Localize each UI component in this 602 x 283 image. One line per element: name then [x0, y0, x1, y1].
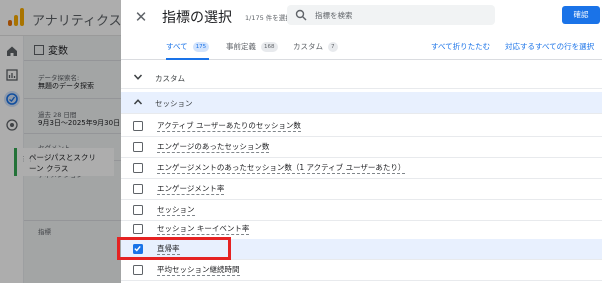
- tab-predefined[interactable]: 事前定義 168: [226, 41, 278, 60]
- metric-row[interactable]: エンゲージメント率: [121, 179, 602, 200]
- metric-row[interactable]: セッション: [121, 200, 602, 221]
- dialog-title: 指標の選択: [162, 10, 232, 26]
- search-icon: [295, 9, 307, 21]
- metric-label: 直帰率: [157, 244, 180, 255]
- select-all-link[interactable]: 対応するすべての行を選択: [505, 41, 594, 52]
- group-session[interactable]: セッション: [121, 92, 602, 114]
- metric-checkbox[interactable]: [133, 163, 143, 173]
- metric-selection-dialog: ✕ 指標の選択 1/175 件を選択中 確認 すべて175 事前定義168 カス…: [121, 0, 602, 283]
- metric-label: エンゲージメント率: [157, 184, 225, 195]
- metric-label: アクティブ ユーザーあたりのセッション数: [157, 121, 301, 132]
- metric-checkbox[interactable]: [133, 142, 143, 152]
- metric-label: 平均セッション継続時間: [157, 265, 240, 276]
- metric-row[interactable]: セッション キーイベント率: [121, 219, 602, 240]
- tab-custom[interactable]: カスタム 7: [293, 41, 338, 60]
- tab-all[interactable]: すべて 175: [166, 41, 210, 60]
- metric-checkbox[interactable]: [133, 184, 143, 194]
- metric-row[interactable]: エンゲージメントのあったセッション数（1 アクティブ ユーザーあたり）: [121, 158, 602, 179]
- metric-checkbox[interactable]: [133, 224, 143, 234]
- group-custom[interactable]: カスタム: [121, 67, 602, 89]
- metric-checkbox[interactable]: [133, 121, 143, 131]
- tab-all-count: 175: [192, 42, 210, 52]
- metric-checkbox[interactable]: [133, 205, 143, 215]
- collapse-all-link[interactable]: すべて折りたたむ: [431, 41, 490, 52]
- chevron-down-icon: [133, 74, 143, 80]
- metric-checkbox-checked[interactable]: [133, 244, 143, 254]
- close-icon[interactable]: ✕: [131, 7, 151, 27]
- confirm-button[interactable]: 確認: [562, 6, 600, 24]
- metric-row[interactable]: 平均セッション継続時間: [121, 260, 602, 281]
- dialog-header: ✕ 指標の選択 1/175 件を選択中 確認 すべて175 事前定義168 カス…: [121, 0, 602, 60]
- metric-label: エンゲージメントのあったセッション数（1 アクティブ ユーザーあたり）: [157, 163, 406, 174]
- search-input[interactable]: [315, 6, 490, 24]
- tab-predefined-count: 168: [261, 42, 278, 52]
- group-label: セッション: [155, 99, 193, 108]
- metric-label: セッション キーイベント率: [157, 224, 250, 235]
- metric-row[interactable]: アクティブ ユーザーあたりのセッション数: [121, 116, 602, 137]
- metric-row-selected[interactable]: 直帰率: [121, 239, 602, 260]
- metric-row[interactable]: エンゲージのあったセッション数: [121, 137, 602, 158]
- group-label: カスタム: [155, 74, 185, 83]
- chevron-up-icon: [133, 99, 143, 105]
- metric-label: エンゲージのあったセッション数: [157, 142, 270, 153]
- tab-custom-count: 7: [328, 42, 338, 52]
- metric-checkbox[interactable]: [133, 265, 143, 275]
- metric-label: セッション: [157, 205, 195, 216]
- search-box[interactable]: [287, 5, 495, 25]
- check-icon: [134, 245, 141, 252]
